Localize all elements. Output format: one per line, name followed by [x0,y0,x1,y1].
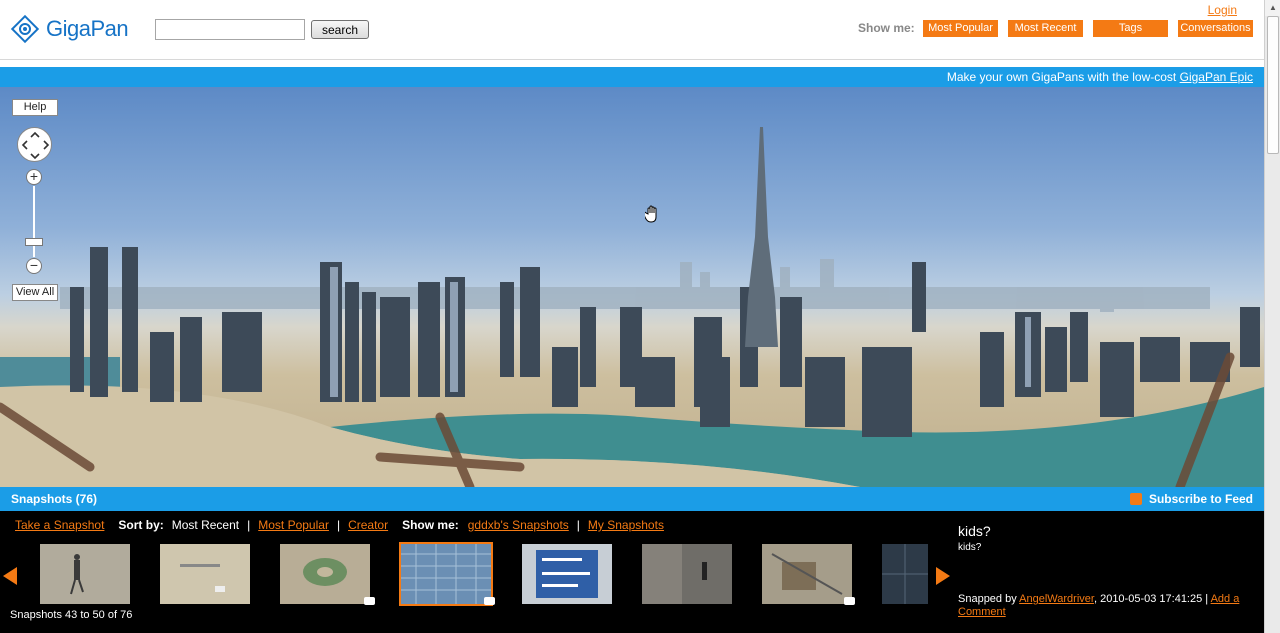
snapshot-thumb[interactable] [280,544,370,604]
subscribe-feed-link[interactable]: Subscribe to Feed [1129,487,1253,511]
view-all-button[interactable]: View All [12,284,58,301]
separator: | [576,518,580,532]
snapshot-thumb[interactable] [882,544,928,604]
separator: | [336,518,341,532]
snapshots-title: Snapshots (76) [11,492,98,506]
snapshot-thumb[interactable] [642,544,732,604]
zoom-slider-handle[interactable] [25,238,43,246]
help-button[interactable]: Help [12,99,58,116]
zoom-out-button[interactable]: − [26,258,42,274]
dark-glass-photo [882,544,928,604]
snapshot-thumb[interactable] [522,544,612,604]
gigapan-logo[interactable]: GigaPan [10,12,129,46]
next-arrow-icon[interactable] [936,567,950,585]
nav-most-recent[interactable]: Most Recent [1008,20,1083,37]
promo-text: Make your own GigaPans with the low-cost [946,70,1180,84]
snapshot-detail-description: kids? [958,542,982,553]
separator: | [247,518,251,532]
search-button[interactable]: search [311,20,369,39]
snapshot-toolbar: Take a Snapshot Sort by: Most Recent | M… [15,518,664,532]
snapshot-thumb-selected[interactable] [399,542,493,606]
snapshot-thumb[interactable] [160,544,250,604]
roundabout-photo [280,544,370,604]
snapshot-thumb[interactable] [762,544,852,604]
header: GigaPan search Login Show me: Most Popul… [0,0,1264,60]
comment-icon [484,597,495,605]
plaza-photo [160,544,250,604]
snapshots-bar: Snapshots (76) Subscribe to Feed [0,487,1264,511]
subscribe-label: Subscribe to Feed [1148,492,1253,506]
gigapan-epic-link[interactable]: GigaPan Epic [1180,70,1253,84]
comment-icon [844,597,855,605]
show-me-label: Show me: [402,518,459,532]
author-link[interactable]: AngelWardriver [1019,593,1094,605]
road-sign-photo [522,544,612,604]
panorama-image [0,127,1264,487]
my-snapshots-link[interactable]: My Snapshots [588,518,664,532]
snapshot-detail-title: kids? [958,523,991,539]
zoom-in-button[interactable]: + [26,169,42,185]
snapped-by-label: Snapped by [958,593,1020,605]
pan-control[interactable] [17,127,52,162]
snapshot-strip: Take a Snapshot Sort by: Most Recent | M… [0,511,1264,633]
scroll-up-icon[interactable]: ▲ [1265,0,1280,16]
snapshot-thumb[interactable] [40,544,130,604]
promo-bar: Make your own GigaPans with the low-cost… [0,67,1264,87]
panorama-viewer[interactable] [0,87,1264,487]
rss-icon [1129,493,1142,505]
page-scrollbar[interactable]: ▲ [1264,0,1280,633]
pan-arrows-icon [21,131,50,160]
snapshot-count: Snapshots 43 to 50 of 76 [10,609,133,621]
nav-conversations[interactable]: Conversations [1178,20,1253,37]
sort-by-label: Sort by: [118,518,164,532]
take-snapshot-link[interactable]: Take a Snapshot [15,518,104,532]
nav-most-popular[interactable]: Most Popular [923,20,998,37]
person-photo [40,544,130,604]
hand-cursor-icon [645,205,657,223]
prev-arrow-icon[interactable] [3,567,17,585]
sort-creator-link[interactable]: Creator [348,518,388,532]
comment-icon [364,597,375,605]
scrollbar-thumb[interactable] [1267,16,1279,154]
snapshot-date: , 2010-05-03 17:41:25 | [1093,593,1211,605]
walker-photo [642,544,732,604]
search-input[interactable] [155,19,305,40]
page: GigaPan search Login Show me: Most Popul… [0,0,1280,633]
glass-building-photo [401,544,491,604]
login-link[interactable]: Login [1208,3,1237,17]
user-snapshots-link[interactable]: gddxb's Snapshots [468,518,569,532]
gigapan-logo-icon [10,14,40,44]
snapshot-detail-meta: Snapped by AngelWardriver, 2010-05-03 17… [958,593,1248,619]
nav-tags[interactable]: Tags [1093,20,1168,37]
sort-most-recent: Most Recent [171,518,240,532]
zoom-slider-track[interactable] [33,186,35,257]
sort-most-popular-link[interactable]: Most Popular [258,518,329,532]
construction-photo [762,544,852,604]
show-me-label: Show me: [858,21,915,35]
logo-text: GigaPan [46,16,129,41]
